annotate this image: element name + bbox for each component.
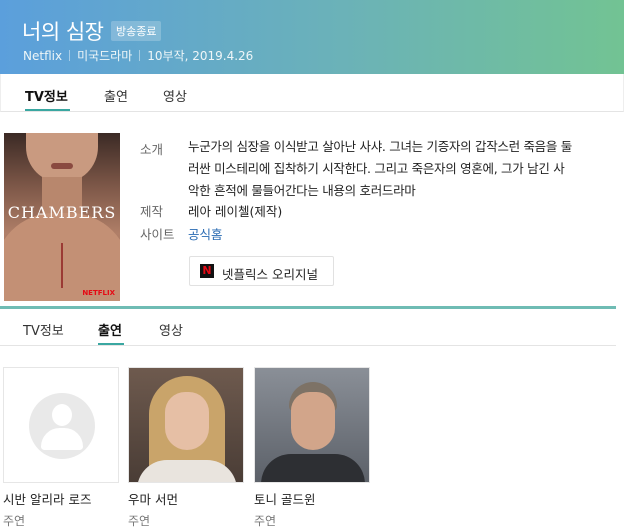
photo-body (261, 454, 365, 482)
cast-card[interactable]: 토니 골드윈 주연 (254, 367, 370, 529)
tab-tv-info[interactable]: TV정보 (25, 86, 68, 105)
tab-cast[interactable]: 출연 (104, 86, 128, 105)
poster-lips (51, 163, 73, 169)
intro-text: 누군가의 심장을 이식받고 살아난 사샤. 그녀는 기증자의 갑작스런 죽음을 … (188, 136, 606, 202)
photo-body (137, 460, 237, 482)
active-tab-indicator (25, 109, 70, 111)
production-value: 레아 레이첼(제작) (188, 204, 283, 219)
tab-video[interactable]: 영상 (163, 86, 187, 105)
intro-line: 악한 흔적에 물들어간다는 내용의 호러드라마 (188, 183, 416, 198)
netflix-n-icon: N (200, 264, 214, 278)
active-tab-indicator (98, 343, 124, 345)
header-banner: 너의 심장 방송종료 Netflix 미국드라마 10부작, 2019.4.26 (0, 0, 624, 74)
avatar-head (52, 404, 72, 426)
netflix-original-button[interactable]: N 넷플릭스 오리지널 (189, 256, 334, 286)
episode-date-label: 10부작, 2019.4.26 (147, 49, 254, 63)
cast-role: 주연 (254, 514, 277, 528)
photo-face (291, 392, 335, 450)
header-meta: Netflix 미국드라마 10부작, 2019.4.26 (23, 47, 253, 64)
cast-role: 주연 (128, 514, 151, 528)
tab-video[interactable]: 영상 (159, 320, 183, 339)
site-label: 사이트 (140, 227, 175, 242)
genre-label: 미국드라마 (77, 49, 133, 63)
cast-role: 주연 (3, 514, 26, 528)
production-label: 제작 (140, 204, 164, 219)
poster-netflix-logo: NETFLIX (82, 289, 115, 297)
cast-photo[interactable] (128, 367, 244, 483)
intro-label: 소개 (140, 142, 164, 157)
photo-face (165, 392, 209, 450)
poster-image[interactable]: CHAMBERS NETFLIX (4, 133, 120, 301)
placeholder-person-icon (3, 367, 119, 483)
poster-face (26, 133, 98, 183)
meta-divider (139, 50, 141, 61)
tab-cast[interactable]: 출연 (98, 320, 122, 339)
bottom-tab-bar: TV정보 출연 영상 (0, 309, 616, 346)
cast-name[interactable]: 토니 골드윈 (254, 489, 370, 508)
cast-name[interactable]: 시반 알리라 로즈 (3, 489, 119, 508)
status-badge: 방송종료 (111, 21, 162, 41)
poster-scar (61, 243, 63, 288)
cast-card[interactable]: 시반 알리라 로즈 주연 (3, 367, 119, 529)
official-site-link[interactable]: 공식홈 (188, 224, 223, 243)
intro-line: 러싼 미스테리에 집착하기 시작한다. 그리고 죽은자의 영혼에, 그가 남긴 … (188, 161, 565, 176)
top-tab-bar: TV정보 출연 영상 (0, 74, 624, 112)
meta-divider (69, 50, 71, 61)
page-title: 너의 심장 (22, 20, 104, 44)
cast-card[interactable]: 우마 서먼 주연 (128, 367, 244, 529)
tab-tv-info[interactable]: TV정보 (23, 320, 64, 339)
intro-line: 누군가의 심장을 이식받고 살아난 사샤. 그녀는 기증자의 갑작스런 죽음을 … (188, 139, 572, 154)
cast-photo[interactable] (254, 367, 370, 483)
platform-label: Netflix (23, 49, 63, 63)
poster-title: CHAMBERS (7, 203, 117, 222)
cast-name[interactable]: 우마 서먼 (128, 489, 244, 508)
netflix-original-label: 넷플릭스 오리지널 (222, 267, 318, 282)
